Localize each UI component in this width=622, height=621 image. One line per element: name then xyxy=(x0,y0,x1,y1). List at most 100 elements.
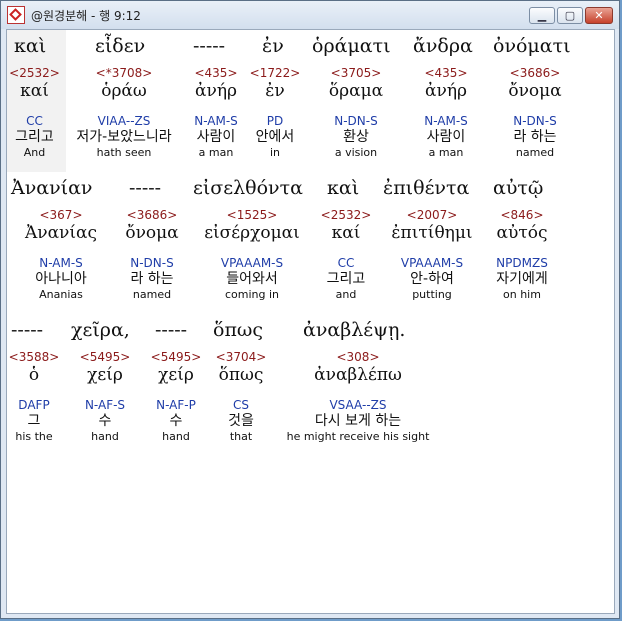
english-gloss: on him xyxy=(503,288,541,301)
korean-gloss: 환상 xyxy=(343,129,369,145)
greek-word[interactable]: ὀνόματι xyxy=(493,35,571,57)
lemma: χείρ xyxy=(158,365,194,385)
greek-word[interactable]: εἶδεν xyxy=(95,35,145,57)
lemma: χείρ xyxy=(87,365,123,385)
greek-word[interactable]: ----- xyxy=(11,319,43,341)
app-window: @원경분해 - 행 9:12 ▁ ▢ ✕ καὶ εἶδεν ----- ἐν … xyxy=(0,0,620,619)
greek-word[interactable]: εἰσελθόντα xyxy=(193,177,303,199)
word-block[interactable]: <435> ἀνήρ N-AM-S 사람이 a man xyxy=(183,66,249,160)
parse-code: DAFP xyxy=(18,398,50,412)
word-block[interactable]: <1525> εἰσέρχομαι VPAAAM-S 들어와서 coming i… xyxy=(189,208,315,302)
lemma: ὁράω xyxy=(101,81,147,101)
strong-number: <3686> xyxy=(509,66,561,80)
english-gloss: and xyxy=(335,288,357,301)
greek-word[interactable]: καὶ xyxy=(14,35,46,57)
greek-word[interactable]: ----- xyxy=(193,35,225,57)
greek-word[interactable]: ----- xyxy=(129,177,161,199)
word-block[interactable]: <3686> ὄνομα N-DN-S 라 하는 named xyxy=(490,66,580,160)
close-button[interactable]: ✕ xyxy=(585,7,613,24)
title-bar[interactable]: @원경분해 - 행 9:12 ▁ ▢ ✕ xyxy=(1,1,619,29)
korean-gloss: 그리고 xyxy=(326,271,366,287)
korean-gloss: 저가-보았느니라 xyxy=(76,129,172,145)
word-block[interactable]: <846> αὐτός NPDMZS 자기에게 on him xyxy=(487,208,557,302)
parse-code: VPAAAM-S xyxy=(220,256,284,270)
strong-number: <3686> xyxy=(126,208,178,222)
greek-word[interactable]: Ἀνανίαν xyxy=(11,177,92,199)
lemma: ἀνήρ xyxy=(195,81,237,101)
english-gloss: Ananias xyxy=(39,288,83,301)
word-block[interactable]: <3588> ὁ DAFP 그 his the xyxy=(7,350,61,444)
strong-number: <2532> xyxy=(9,66,60,80)
greek-word[interactable]: ὅπως xyxy=(213,319,263,341)
greek-word[interactable]: ὁράματι xyxy=(312,35,391,57)
english-gloss: hand xyxy=(91,430,119,443)
word-block[interactable]: <367> Ἀνανίας N-AM-S 아나니아 Ananias xyxy=(7,208,115,302)
english-gloss: And xyxy=(23,146,46,159)
greek-word[interactable]: αὐτῷ xyxy=(493,177,543,199)
parse-code: N-AM-S xyxy=(39,256,83,270)
word-block[interactable]: <2007> ἐπιτίθημι VPAAAM-S 안-하여 putting xyxy=(377,208,487,302)
word-block[interactable]: <1722> ἐν PD 안에서 in xyxy=(248,66,302,160)
korean-gloss: 그 xyxy=(27,413,41,429)
english-gloss: hand xyxy=(162,430,190,443)
word-block[interactable]: <435> ἀνήρ N-AM-S 사람이 a man xyxy=(407,66,485,160)
english-gloss: that xyxy=(229,430,253,443)
word-block[interactable]: <3686> ὄνομα N-DN-S 라 하는 named xyxy=(115,208,189,302)
strong-number: <5495> xyxy=(150,350,202,364)
lemma: ὄνομα xyxy=(125,223,179,243)
lemma: ὅραμα xyxy=(328,81,384,101)
korean-gloss: 자기에게 xyxy=(496,271,548,287)
korean-gloss: 다시 보게 하는 xyxy=(314,413,402,429)
lemma: ἀνήρ xyxy=(425,81,467,101)
minimize-button[interactable]: ▁ xyxy=(529,7,555,24)
greek-word[interactable]: χεῖρα, xyxy=(71,319,130,341)
word-block[interactable]: <2532> καί CC 그리고 and xyxy=(315,208,377,302)
parse-code: NPDMZS xyxy=(496,256,548,270)
lemma: ὄνομα xyxy=(508,81,562,101)
lemma: εἰσέρχομαι xyxy=(204,223,300,243)
greek-word[interactable]: καὶ xyxy=(327,177,359,199)
greek-word[interactable]: ----- xyxy=(155,319,187,341)
strong-number: <846> xyxy=(500,208,544,222)
english-gloss: a man xyxy=(428,146,464,159)
greek-word[interactable]: ἄνδρα xyxy=(413,35,473,57)
word-block[interactable]: <3704> ὅπως CS 것을 that xyxy=(211,350,271,444)
greek-word[interactable]: ἐπιθέντα xyxy=(383,177,469,199)
app-icon[interactable] xyxy=(7,6,25,24)
word-block[interactable]: <5495> χείρ N-AF-P 수 hand xyxy=(147,350,205,444)
interlinear-view: καὶ εἶδεν ----- ἐν ὁράματι ἄνδρα ὀνόματι… xyxy=(6,29,615,614)
strong-number: <2532> xyxy=(320,208,372,222)
strong-number: <2007> xyxy=(406,208,458,222)
korean-gloss: 라 하는 xyxy=(130,271,174,287)
parse-code: N-AF-S xyxy=(84,398,126,412)
english-gloss: hath seen xyxy=(96,146,152,159)
english-gloss: his the xyxy=(15,430,53,443)
english-gloss: named xyxy=(515,146,555,159)
strong-number: <1722> xyxy=(249,66,301,80)
parse-code: CS xyxy=(233,398,249,412)
maximize-button[interactable]: ▢ xyxy=(557,7,583,24)
lemma: Ἀνανίας xyxy=(24,223,98,243)
lemma: ἐπιτίθημι xyxy=(391,223,473,243)
strong-number: <3704> xyxy=(215,350,267,364)
korean-gloss: 사람이 xyxy=(196,129,236,145)
english-gloss: a man xyxy=(198,146,234,159)
korean-gloss: 것을 xyxy=(228,413,254,429)
parse-code: CC xyxy=(26,114,43,128)
word-block[interactable]: <3705> ὅραμα N-DN-S 환상 a vision xyxy=(307,66,405,160)
english-gloss: a vision xyxy=(334,146,378,159)
strong-number: <3705> xyxy=(330,66,382,80)
korean-gloss: 수 xyxy=(98,413,112,429)
greek-word[interactable]: ἀναβλέψῃ. xyxy=(303,319,405,341)
word-block[interactable]: <2532> καί CC 그리고 And xyxy=(7,66,62,160)
word-block[interactable]: <*3708> ὁράω VIAA--ZS 저가-보았느니라 hath seen xyxy=(67,66,181,160)
strong-number: <308> xyxy=(336,350,380,364)
strong-number: <*3708> xyxy=(95,66,153,80)
english-gloss: he might receive his sight xyxy=(286,430,430,443)
word-block[interactable]: <5495> χείρ N-AF-S 수 hand xyxy=(77,350,133,444)
greek-word[interactable]: ἐν xyxy=(262,35,284,57)
lemma: ὅπως xyxy=(218,365,264,385)
lemma: αὐτός xyxy=(496,223,548,243)
korean-gloss: 그리고 xyxy=(15,129,54,145)
word-block[interactable]: <308> ἀναβλέπω VSAA--ZS 다시 보게 하는 he migh… xyxy=(271,350,445,444)
